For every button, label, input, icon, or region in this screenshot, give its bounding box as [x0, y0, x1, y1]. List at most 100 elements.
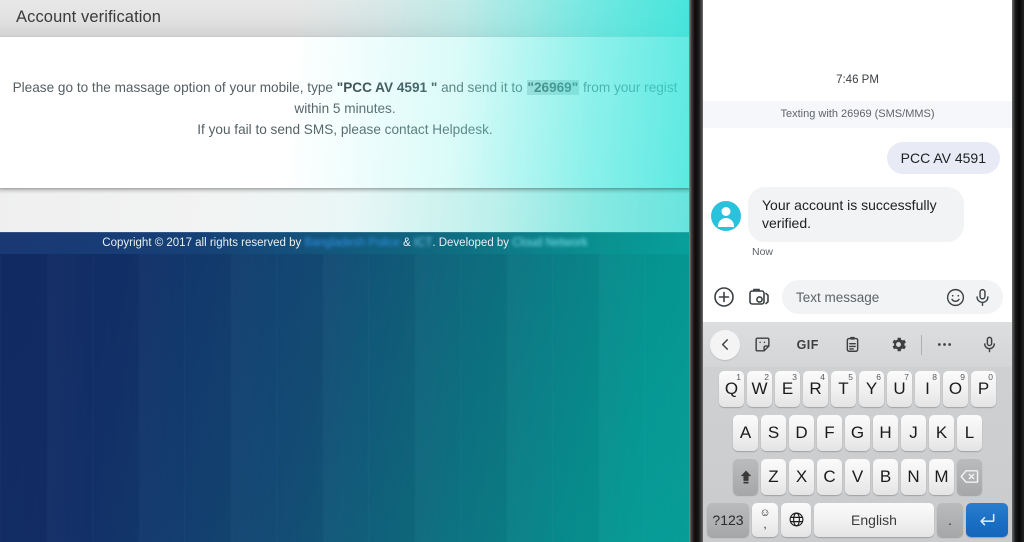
conversation-timestamp: 7:46 PM: [836, 74, 879, 86]
instruction-mid: and send it to: [437, 80, 527, 95]
key-l[interactable]: L: [957, 414, 982, 451]
keyboard-row-1: 1Q 2W 3E 4R 5T 6Y 7U 8I 9O 0P: [703, 367, 1012, 411]
key-o-number: 9: [960, 372, 965, 382]
avatar: [711, 201, 741, 231]
site-footer: Copyright © 2017 all rights reserved by …: [0, 232, 690, 254]
microphone-icon[interactable]: [967, 335, 1012, 354]
key-e[interactable]: 3E: [775, 371, 800, 407]
desktop-background: Account verification Please go to the ma…: [0, 0, 690, 542]
incoming-message-row: Your account is successfully verified. N…: [703, 174, 1012, 258]
keyboard-row-2: A S D F G H J K L: [703, 411, 1012, 454]
monitor-bezel-right: [1012, 0, 1024, 542]
key-o[interactable]: 9O: [943, 371, 968, 407]
footer-copyright: Copyright © 2017 all rights reserved by: [102, 237, 302, 249]
incoming-message-bubble[interactable]: Your account is successfully verified.: [748, 187, 964, 242]
key-y-number: 6: [876, 372, 881, 382]
key-r[interactable]: 4R: [803, 371, 828, 407]
key-w-label: W: [751, 379, 768, 398]
footer-link-developer[interactable]: Cloud Network: [512, 237, 587, 249]
instruction-line-3: If you fail to send SMS, please contact …: [197, 122, 493, 138]
on-screen-keyboard: G I F 1 Q 2 W 3 E 4 R 5 T 6 Y 7 U 8 I 9 O …: [703, 322, 1012, 542]
key-u-label: U: [893, 379, 906, 398]
key-r-number: 4: [820, 372, 825, 382]
key-x[interactable]: X: [789, 458, 814, 495]
back-chevron-icon[interactable]: [710, 329, 740, 360]
outgoing-message-bubble[interactable]: PCC AV 4591: [886, 142, 1000, 174]
key-c[interactable]: C: [817, 458, 842, 495]
shift-up-arrow-icon[interactable]: [733, 458, 758, 495]
key-space-english[interactable]: English: [814, 502, 934, 537]
microphone-icon[interactable]: [972, 287, 993, 308]
account-verification-panel: Account verification Please go to the ma…: [0, 0, 690, 188]
key-t[interactable]: 5T: [831, 371, 856, 407]
key-i[interactable]: 8I: [915, 371, 940, 407]
key-d[interactable]: D: [789, 414, 814, 451]
key-symbols[interactable]: ?123: [707, 502, 749, 537]
key-w[interactable]: 2W: [747, 371, 772, 407]
keyboard-row-3: Z X C V B N M: [703, 454, 1012, 499]
key-period[interactable]: .: [937, 502, 963, 537]
enter-return-icon[interactable]: [966, 502, 1008, 537]
key-p-label: P: [977, 379, 990, 398]
key-i-label: I: [925, 379, 930, 398]
panel-drop-shadow: [0, 188, 690, 194]
gif-label: GIF: [796, 337, 819, 352]
key-n[interactable]: N: [901, 458, 926, 495]
key-v[interactable]: V: [845, 458, 870, 495]
key-h[interactable]: H: [873, 414, 898, 451]
key-w-number: 2: [764, 372, 769, 382]
key-y[interactable]: 6Y: [859, 371, 884, 407]
key-o-label: O: [948, 379, 963, 398]
camera-gallery-icon[interactable]: [747, 285, 771, 309]
key-m[interactable]: M: [929, 458, 954, 495]
footer-link-bangladesh-police[interactable]: Bangladesh Police: [304, 237, 399, 249]
keyboard-toolbar: GIF: [703, 322, 1012, 367]
gif-icon[interactable]: GIF: [785, 338, 830, 352]
emoji-icon[interactable]: [945, 287, 966, 308]
key-u-number: 7: [904, 372, 909, 382]
clipboard-icon[interactable]: [830, 335, 875, 354]
sticker-icon[interactable]: [740, 335, 785, 354]
backspace-icon[interactable]: [957, 458, 982, 495]
key-p[interactable]: 0P: [971, 371, 996, 407]
key-q-number: 1: [736, 372, 741, 382]
key-y-label: Y: [865, 379, 878, 398]
emoji-icon: ☺: [759, 507, 771, 519]
instruction-line-1: Please go to the massage option of your …: [0, 77, 690, 98]
keyboard-row-4: ?123 ☺ , English .: [703, 499, 1012, 540]
shortcode-number: "26969": [526, 80, 580, 95]
key-s[interactable]: S: [761, 414, 786, 451]
key-q-label: Q: [724, 379, 739, 398]
instruction-prefix: Please go to the massage option of your …: [12, 80, 337, 95]
message-input-field[interactable]: Text message: [782, 280, 1003, 314]
key-g[interactable]: G: [845, 414, 870, 451]
key-p-number: 0: [988, 372, 993, 382]
compose-bar: Text message: [703, 272, 1012, 322]
key-j[interactable]: J: [901, 414, 926, 451]
browser-page-area: Account verification Please go to the ma…: [0, 0, 690, 232]
key-t-label: T: [838, 379, 849, 398]
footer-developed-by: . Developed by: [432, 237, 510, 249]
key-u[interactable]: 7U: [887, 371, 912, 407]
key-f[interactable]: F: [817, 414, 842, 451]
gear-icon[interactable]: [876, 335, 921, 354]
more-options-icon[interactable]: [922, 335, 967, 354]
key-comma-emoji[interactable]: ☺ ,: [752, 502, 778, 537]
incoming-message-wrap: Your account is successfully verified. N…: [748, 187, 964, 258]
key-b[interactable]: B: [873, 458, 898, 495]
key-q[interactable]: 1Q: [719, 371, 744, 407]
footer-link-ict[interactable]: ICT: [414, 237, 433, 249]
footer-ampersand: &: [402, 237, 411, 249]
add-attachment-icon[interactable]: [712, 285, 736, 309]
key-z[interactable]: Z: [761, 458, 786, 495]
globe-icon[interactable]: [781, 502, 811, 537]
phone-screen: 7:46 PM Texting with 26969 (SMS/MMS) PCC…: [703, 0, 1012, 542]
key-k[interactable]: K: [929, 414, 954, 451]
sms-thread-banner: Texting with 26969 (SMS/MMS): [703, 101, 1012, 128]
key-comma-label: ,: [763, 519, 767, 531]
panel-header: Account verification: [0, 0, 690, 37]
conversation-thread: 7:46 PM Texting with 26969 (SMS/MMS) PCC…: [703, 0, 1012, 272]
key-a[interactable]: A: [733, 414, 758, 451]
monitor-bezel-divider: [689, 0, 703, 542]
verification-code: "PCC AV 4591 ": [336, 80, 438, 95]
